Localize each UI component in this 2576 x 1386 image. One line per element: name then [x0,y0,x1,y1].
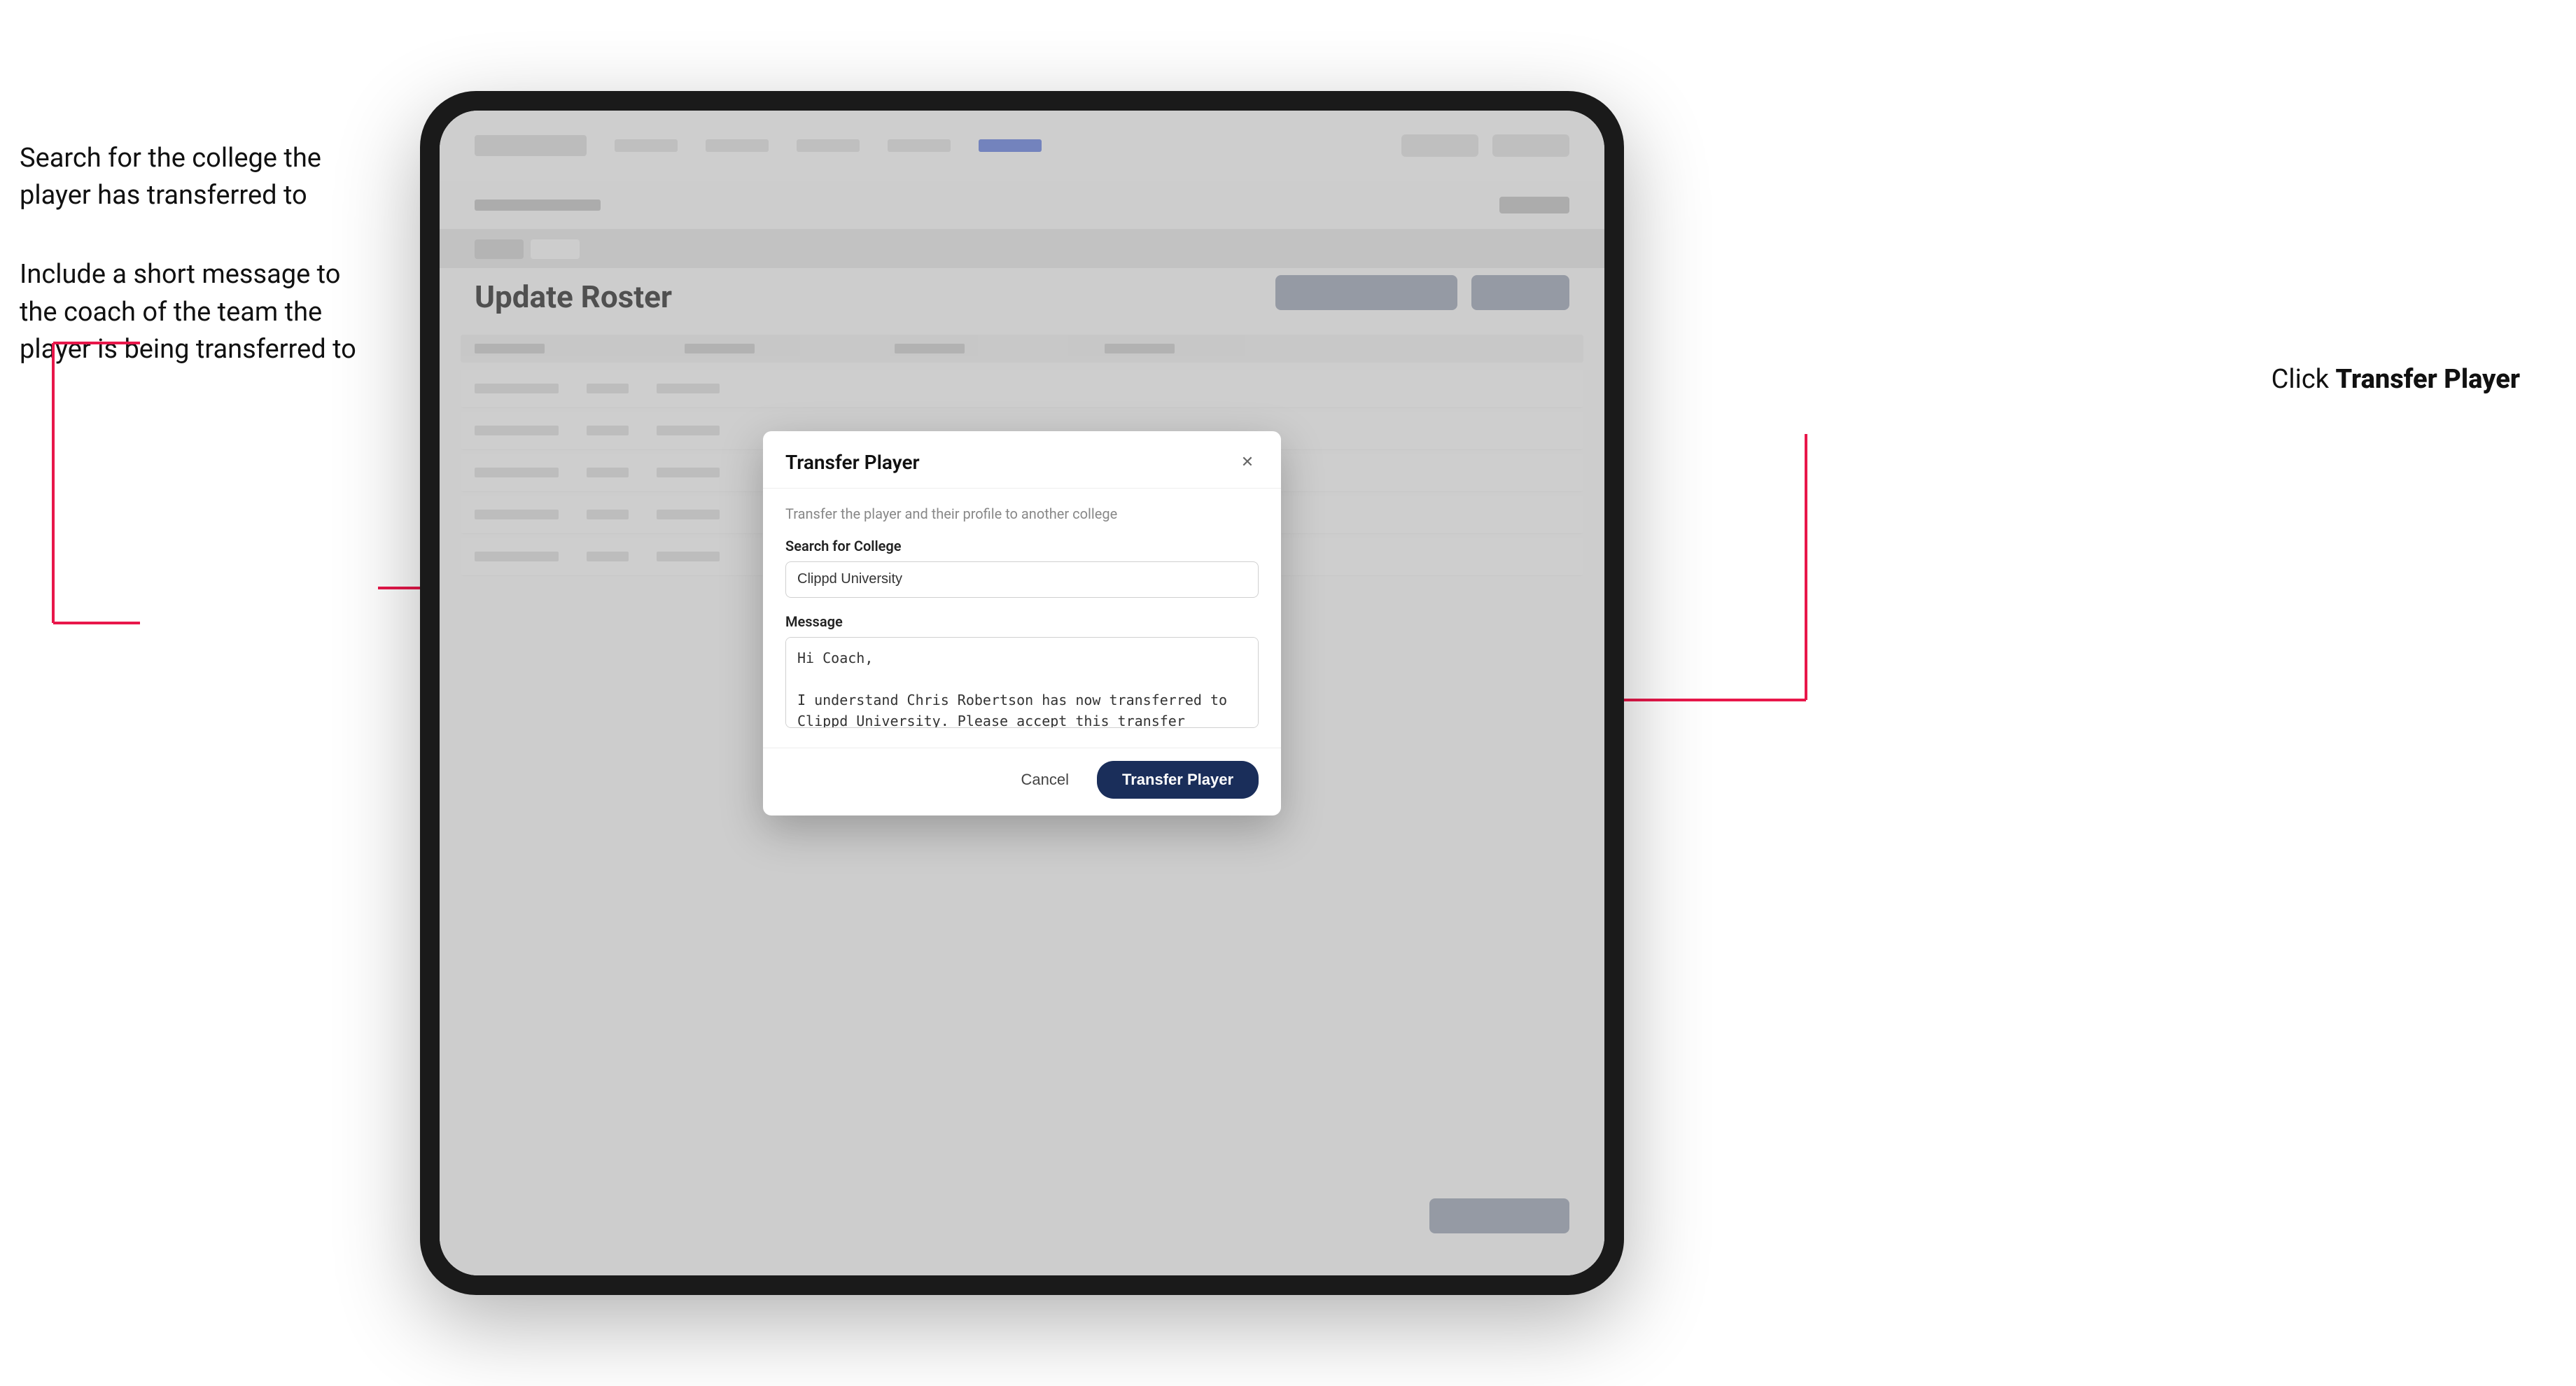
tablet-frame: Update Roster [420,91,1624,1295]
transfer-player-button[interactable]: Transfer Player [1097,761,1259,799]
modal-footer: Cancel Transfer Player [763,748,1281,816]
modal-header: Transfer Player ✕ [763,431,1281,489]
modal-body: Transfer the player and their profile to… [763,489,1281,748]
modal-close-button[interactable]: ✕ [1236,451,1259,473]
annotation-message-text: Include a short message to the coach of … [20,256,384,368]
tablet-screen: Update Roster [440,111,1604,1275]
annotation-right: Click Transfer Player [2272,364,2520,395]
college-search-input[interactable] [785,561,1259,598]
modal-title: Transfer Player [785,451,920,474]
annotation-click-text: Click Transfer Player [2272,364,2520,395]
cancel-button[interactable]: Cancel [1007,764,1083,796]
message-textarea[interactable]: Hi Coach, I understand Chris Robertson h… [785,637,1259,728]
annotation-search-text: Search for the college the player has tr… [20,140,384,214]
modal-overlay: Transfer Player ✕ Transfer the player an… [440,111,1604,1275]
transfer-player-modal: Transfer Player ✕ Transfer the player an… [763,431,1281,816]
college-label: Search for College [785,538,1259,554]
message-label: Message [785,613,1259,630]
modal-description: Transfer the player and their profile to… [785,505,1259,522]
annotation-left: Search for the college the player has tr… [20,140,384,410]
